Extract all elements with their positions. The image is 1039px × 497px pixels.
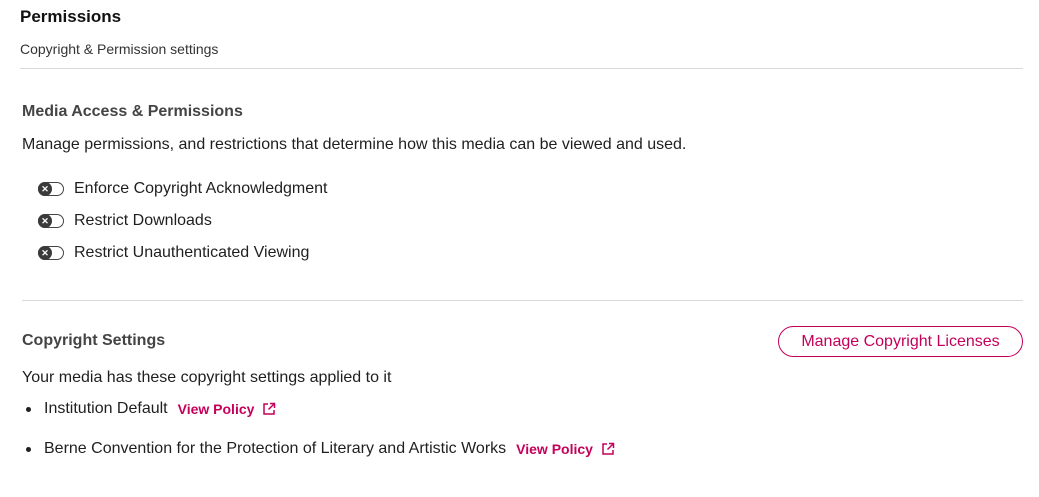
policy-name: Institution Default xyxy=(44,400,168,417)
toggle-switch[interactable]: ✕ xyxy=(38,245,64,260)
policy-item: Berne Convention for the Protection of L… xyxy=(26,438,615,460)
external-link-icon[interactable] xyxy=(262,402,276,416)
policy-item: Institution Default View Policy xyxy=(26,398,276,420)
copyright-settings-heading: Copyright Settings xyxy=(22,332,166,349)
toggle-label: Restrict Downloads xyxy=(74,212,212,229)
media-access-heading: Media Access & Permissions xyxy=(22,103,243,120)
external-link-icon[interactable] xyxy=(601,442,615,456)
view-policy-link[interactable]: View Policy xyxy=(178,401,255,417)
section-divider xyxy=(22,300,1023,301)
toggle-restrict-unauthenticated[interactable]: ✕ Restrict Unauthenticated Viewing xyxy=(38,241,309,265)
manage-copyright-licenses-button[interactable]: Manage Copyright Licenses xyxy=(778,326,1023,357)
bullet xyxy=(26,446,31,452)
view-policy-link[interactable]: View Policy xyxy=(516,441,593,457)
toggle-label: Enforce Copyright Acknowledgment xyxy=(74,180,328,197)
toggle-restrict-downloads[interactable]: ✕ Restrict Downloads xyxy=(38,209,212,233)
copyright-description: Your media has these copyright settings … xyxy=(22,369,392,386)
media-access-description: Manage permissions, and restrictions tha… xyxy=(22,136,687,153)
toggle-switch[interactable]: ✕ xyxy=(38,181,64,196)
toggle-switch[interactable]: ✕ xyxy=(38,213,64,228)
bullet xyxy=(26,406,31,412)
x-icon: ✕ xyxy=(38,245,52,260)
x-icon: ✕ xyxy=(38,181,52,196)
page-header: Permissions Copyright & Permission setti… xyxy=(20,0,1023,69)
x-icon: ✕ xyxy=(38,213,52,228)
toggle-enforce-copyright[interactable]: ✕ Enforce Copyright Acknowledgment xyxy=(38,177,327,201)
policy-name: Berne Convention for the Protection of L… xyxy=(44,440,507,457)
page-subtitle: Copyright & Permission settings xyxy=(20,41,219,57)
page-title: Permissions xyxy=(20,7,122,26)
toggle-label: Restrict Unauthenticated Viewing xyxy=(74,244,310,261)
